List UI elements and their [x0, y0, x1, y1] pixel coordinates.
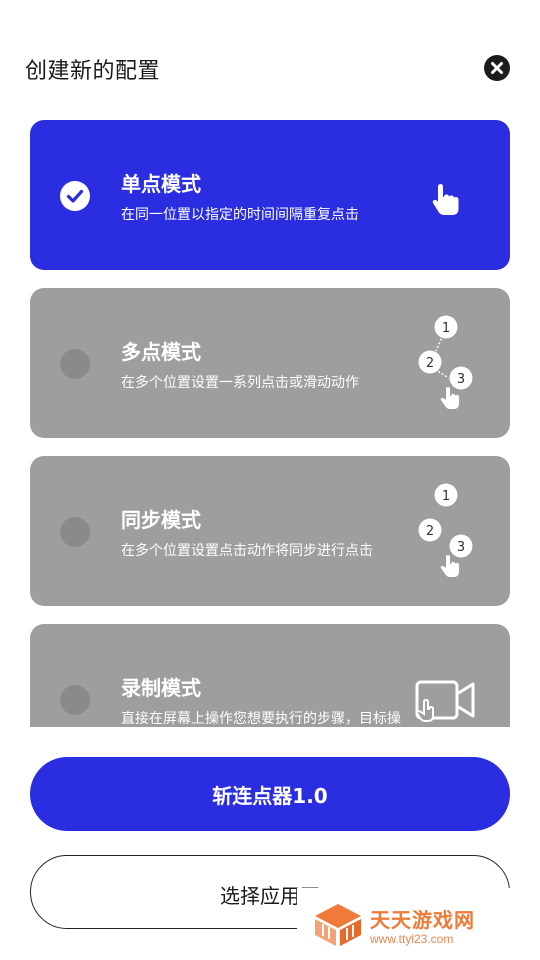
step-number: 3 [457, 540, 465, 555]
mode-title: 多点模式 [121, 340, 201, 364]
mode-card-single[interactable]: 单点模式 在同一位置以指定的时间间隔重复点击 [30, 120, 510, 270]
mode-description: 在同一位置以指定的时间间隔重复点击 [121, 207, 359, 223]
mode-title: 单点模式 [121, 172, 201, 196]
radio-unselected[interactable] [60, 685, 90, 715]
record-video-icon [415, 680, 475, 722]
site-watermark: 天天游戏网 www.ttyl23.com [297, 888, 540, 960]
mode-card-multi[interactable]: 多点模式 在多个位置设置一系列点击或滑动动作 1 2 3 [30, 288, 510, 438]
sync-tap-icon: 1 2 3 [417, 482, 474, 577]
mode-title: 同步模式 [121, 508, 201, 532]
mode-card-sync[interactable]: 同步模式 在多个位置设置点击动作将同步进行点击 1 2 3 [30, 456, 510, 606]
config-sheet: 创建新的配置 单点模式 在同一位置以指定的时间间隔重复点击 多点模式 在多个位置… [0, 0, 540, 960]
mode-description: 在多个位置设置点击动作将同步进行点击 [121, 543, 373, 559]
mode-title: 录制模式 [121, 676, 201, 700]
mode-description: 在多个位置设置一系列点击或滑动动作 [121, 375, 359, 391]
page-title: 创建新的配置 [25, 59, 161, 84]
close-button[interactable] [484, 55, 510, 81]
close-icon [491, 62, 503, 74]
radio-selected[interactable] [60, 181, 90, 211]
step-number: 1 [442, 321, 450, 336]
step-number: 2 [426, 356, 434, 371]
step-number: 3 [457, 372, 465, 387]
watermark-url: www.ttyl23.com [370, 932, 454, 946]
mode-card-record[interactable]: 录制模式 直接在屏幕上操作您想要执行的步骤，目标操作将自动添加 [30, 624, 510, 727]
step-number: 2 [426, 524, 434, 539]
watermark-title: 天天游戏网 [370, 908, 475, 932]
step-number: 1 [442, 489, 450, 504]
tap-hand-icon [432, 184, 459, 215]
radio-unselected[interactable] [60, 517, 90, 547]
mode-description: 直接在屏幕上操作您想要执行的步骤，目标操作将自动添加 [121, 711, 401, 727]
confirm-button[interactable]: 斩连点器1.0 [30, 757, 510, 831]
mode-list[interactable]: 单点模式 在同一位置以指定的时间间隔重复点击 多点模式 在多个位置设置一系列点击… [30, 120, 510, 727]
check-circle-icon [60, 181, 90, 211]
watermark-logo-icon [315, 904, 361, 946]
radio-unselected[interactable] [60, 349, 90, 379]
multi-tap-icon: 1 2 3 [417, 314, 474, 409]
